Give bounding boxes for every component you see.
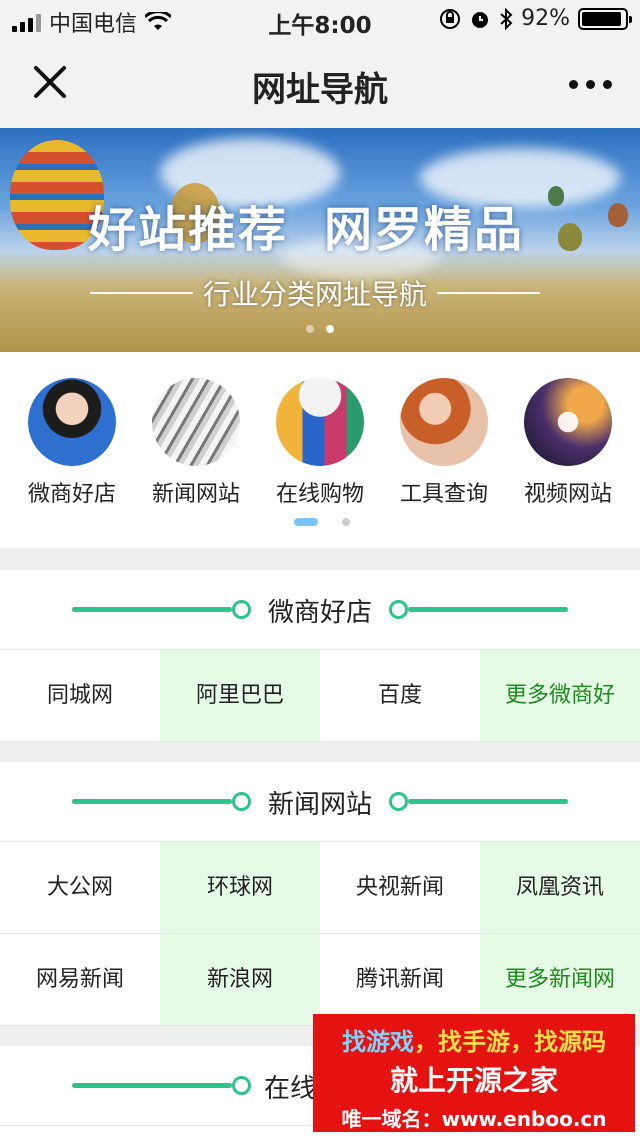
page-title: 网址导航 (252, 70, 388, 110)
link-cell[interactable]: 腾讯新闻 (320, 934, 480, 1026)
banner-subtitle: 行业分类网址导航 (203, 278, 428, 311)
nav-bar: 网址导航 (0, 40, 640, 128)
link-cell[interactable]: 百度 (320, 650, 480, 742)
link-cell[interactable]: 阿里巴巴 (160, 650, 320, 742)
woman-phone-photo (400, 378, 488, 466)
status-bar: 中国电信 上午8:00 92% (0, 0, 640, 40)
link-cell[interactable]: 大公网 (0, 842, 160, 934)
promo-text: 就上开源之家 (389, 1064, 558, 1097)
link-cell[interactable]: 新浪网 (160, 934, 320, 1026)
section-title: 在线 (264, 1074, 317, 1104)
play-icon-photo (524, 378, 612, 466)
category-pagination (294, 518, 350, 526)
category-item[interactable]: 工具查询 (382, 378, 506, 508)
battery-percent: 92% (521, 6, 570, 31)
link-cell[interactable]: 同城网 (0, 650, 160, 742)
promo-text: ，找手游，找源码 (414, 1028, 606, 1056)
category-label: 微商好店 (27, 482, 116, 507)
shopping-bags-photo (276, 378, 364, 466)
link-cell[interactable]: 央视新闻 (320, 842, 480, 934)
promo-text: 唯一域名：www.enboo.cn (341, 1107, 607, 1131)
category-item[interactable]: 在线购物 (258, 378, 382, 508)
category-item[interactable]: 新闻网站 (134, 378, 258, 508)
link-cell[interactable]: 凤凰资讯 (480, 842, 640, 934)
balloon-image (558, 223, 582, 251)
newspaper-photo (152, 378, 240, 466)
category-item[interactable]: 微商好店 (10, 378, 134, 508)
category-label: 在线购物 (275, 482, 364, 507)
rotation-lock-icon (440, 8, 461, 29)
banner-pagination (306, 325, 334, 333)
category-label: 新闻网站 (151, 482, 240, 507)
category-label: 视频网站 (523, 482, 612, 507)
promo-watermark: 找游戏，找手游，找源码 就上开源之家 唯一域名：www.enboo.cn (313, 1014, 635, 1132)
section-news: 新闻网站 大公网 环球网 央视新闻 凤凰资讯网易新闻 新浪网 腾讯新闻 更多新闻网 (0, 762, 640, 1026)
category-carousel: 微商好店 新闻网站 在线购物 工具查询 视频网站 (0, 352, 640, 548)
more-icon[interactable] (569, 80, 612, 89)
battery-icon (578, 7, 632, 30)
category-label: 工具查询 (399, 482, 488, 507)
banner-headline: 好站推荐 网罗精品 (88, 202, 525, 258)
promo-text: 找游戏 (342, 1028, 414, 1056)
balloon-image (608, 203, 628, 227)
section-weishang: 微商好店 同城网 阿里巴巴 百度 更多微商好 (0, 570, 640, 742)
woman-headset-photo (28, 378, 116, 466)
category-item[interactable]: 视频网站 (506, 378, 630, 508)
link-cell[interactable]: 环球网 (160, 842, 320, 934)
bluetooth-icon (500, 7, 513, 30)
balloon-image (548, 186, 564, 206)
link-cell[interactable]: 更多新闻网 (480, 934, 640, 1026)
alarm-icon (472, 11, 489, 28)
link-cell[interactable]: 网易新闻 (0, 934, 160, 1026)
section-header: 新闻网站 (0, 762, 640, 842)
section-header: 微商好店 (0, 570, 640, 650)
link-cell[interactable]: 更多微商好 (480, 650, 640, 742)
banner-carousel[interactable]: 好站推荐 网罗精品 行业分类网址导航 (0, 128, 640, 352)
